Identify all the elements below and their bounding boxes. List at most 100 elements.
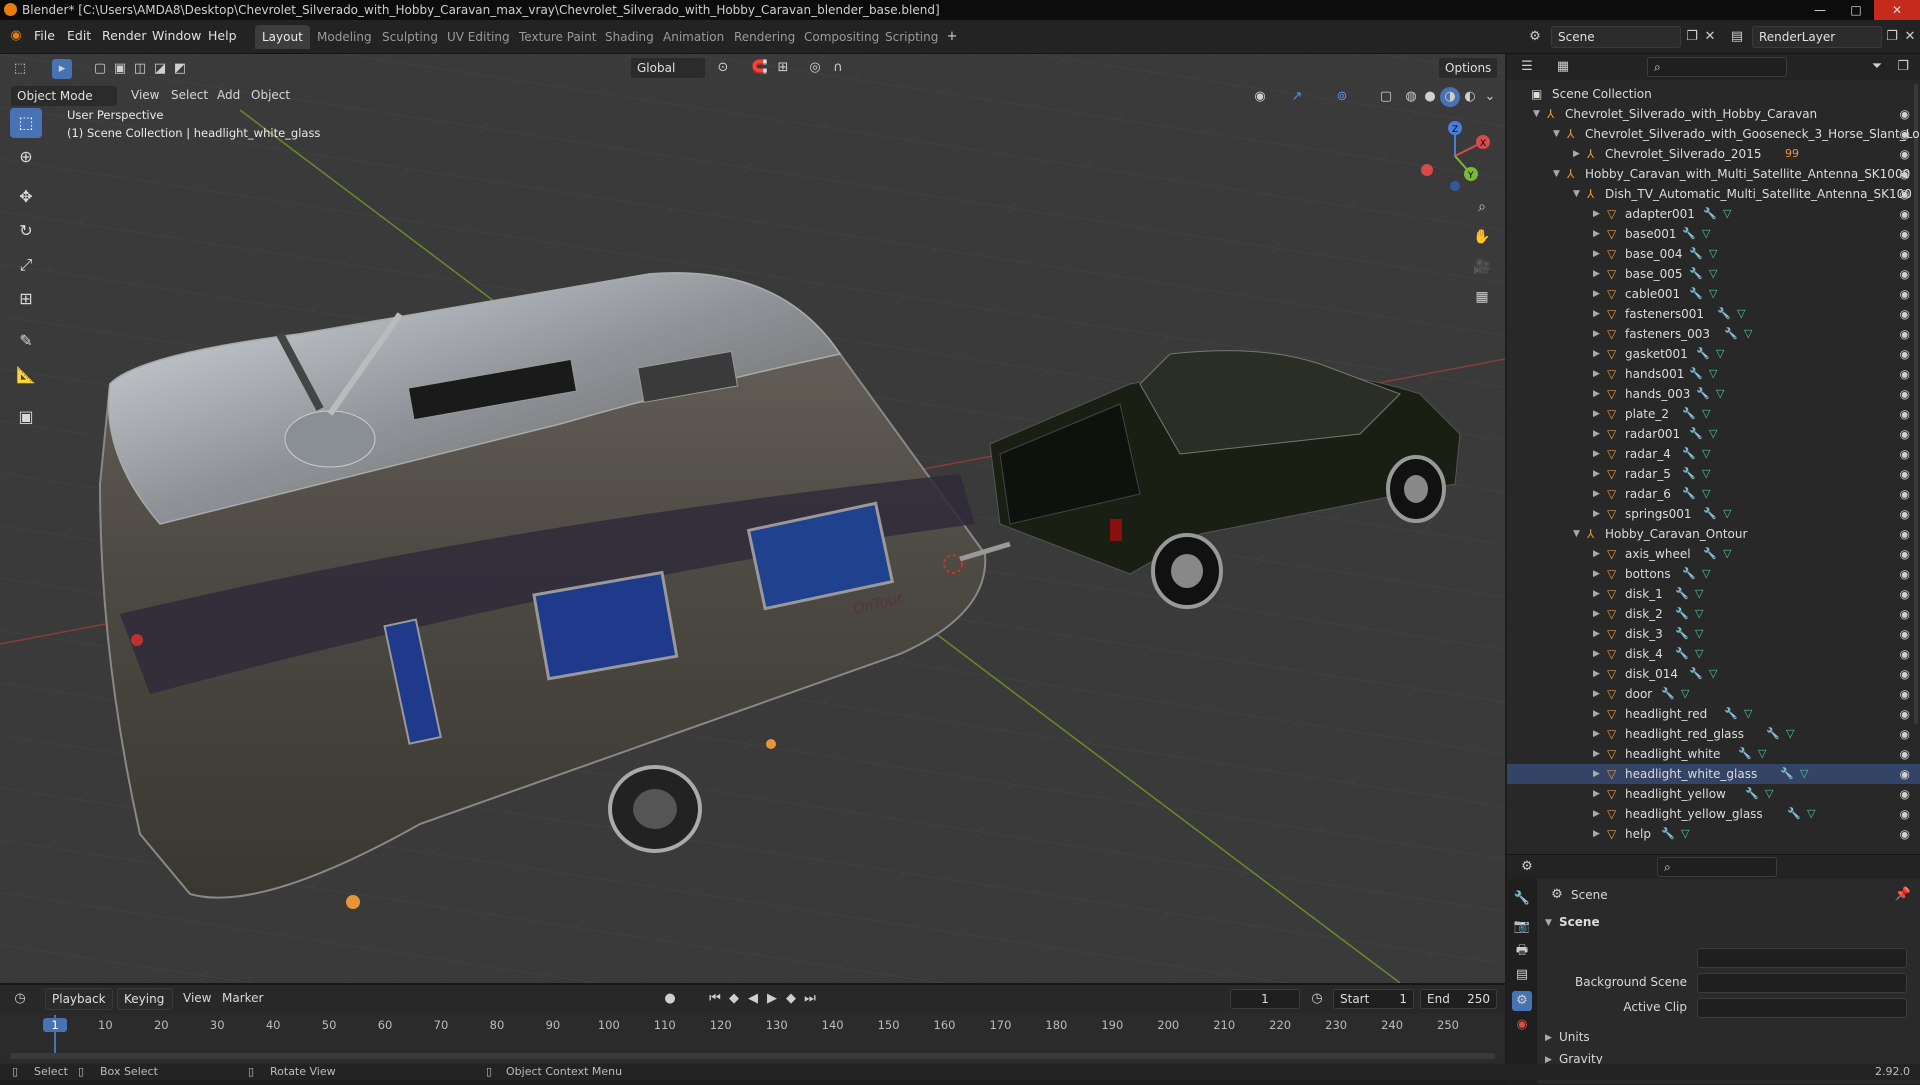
mesh-data-icon[interactable]: ▽ — [1744, 704, 1752, 724]
visibility-eye-icon[interactable]: ◉ — [1900, 284, 1910, 304]
prev-keyframe-icon[interactable]: ◆ — [724, 989, 744, 1009]
mode-dropdown[interactable]: Object Mode — [10, 85, 118, 107]
modifier-icon[interactable]: 🔧 — [1675, 644, 1689, 664]
expand-arrow-icon[interactable]: ▶ — [1593, 444, 1600, 464]
modifier-icon[interactable]: 🔧 — [1682, 564, 1696, 584]
move-tool-icon[interactable]: ✥ — [10, 182, 42, 212]
expand-arrow-icon[interactable]: ▶ — [1593, 344, 1600, 364]
expand-arrow-icon[interactable]: ▶ — [1593, 784, 1600, 804]
delete-scene-icon[interactable]: ✕ — [1700, 27, 1720, 47]
tab-scripting[interactable]: Scripting — [878, 25, 945, 49]
expand-arrow-icon[interactable]: ▶ — [1593, 704, 1600, 724]
outliner-row[interactable]: ▶ ▽ headlight_yellow 🔧 ▽ ◉ — [1507, 784, 1920, 804]
select-extend-icon[interactable]: ▣ — [110, 59, 130, 79]
mesh-data-icon[interactable]: ▽ — [1709, 264, 1717, 284]
visibility-eye-icon[interactable]: ◉ — [1900, 504, 1910, 524]
menu-file[interactable]: File — [34, 28, 55, 43]
new-collection-icon[interactable]: ❐ — [1893, 57, 1913, 77]
outliner-row[interactable]: ▶ ▽ axis_wheel 🔧 ▽ ◉ — [1507, 544, 1920, 564]
modifier-icon[interactable]: 🔧 — [1766, 724, 1780, 744]
modifier-icon[interactable]: 🔧 — [1682, 224, 1696, 244]
mesh-data-icon[interactable]: ▽ — [1716, 344, 1724, 364]
pivot-point-icon[interactable]: ⊙ — [713, 58, 733, 78]
outliner-row[interactable]: ▶ ▽ headlight_red 🔧 ▽ ◉ — [1507, 704, 1920, 724]
outliner-row[interactable]: ▶ ▽ radar_5 🔧 ▽ ◉ — [1507, 464, 1920, 484]
modifier-icon[interactable]: 🔧 — [1703, 504, 1717, 524]
mesh-data-icon[interactable]: ▽ — [1702, 464, 1710, 484]
gizmo-toggle-icon[interactable]: ↗ — [1287, 87, 1307, 107]
expand-arrow-icon[interactable]: ▶ — [1593, 464, 1600, 484]
tab-uv-editing[interactable]: UV Editing — [440, 25, 517, 49]
mesh-data-icon[interactable]: ▽ — [1709, 244, 1717, 264]
visibility-eye-icon[interactable]: ◉ — [1900, 404, 1910, 424]
view-layer-icon[interactable]: ▤ — [1727, 27, 1747, 47]
viewport-menu-view[interactable]: View — [131, 88, 159, 102]
mesh-data-icon[interactable]: ▽ — [1723, 204, 1731, 224]
visibility-eye-icon[interactable]: ◉ — [1900, 304, 1910, 324]
visibility-eye-icon[interactable]: ◉ — [1900, 344, 1910, 364]
jump-start-icon[interactable]: ⏮ — [705, 989, 725, 1009]
visibility-eye-icon[interactable]: ◉ — [1900, 244, 1910, 264]
playback-menu[interactable]: Playback — [45, 988, 113, 1010]
outliner-row[interactable]: ▶ ⅄ Chevrolet_Silverado_2015 99 ◉ — [1507, 144, 1920, 164]
expand-arrow-icon[interactable]: ▶ — [1593, 324, 1600, 344]
record-keyframe-icon[interactable]: ● — [660, 989, 680, 1009]
mesh-data-icon[interactable]: ▽ — [1695, 584, 1703, 604]
background-scene-field[interactable] — [1697, 973, 1907, 993]
viewport-menu-object[interactable]: Object — [251, 88, 290, 102]
outliner-row[interactable]: ▶ ▽ cable001 🔧 ▽ ◉ — [1507, 284, 1920, 304]
outliner-row[interactable]: ▼ ⅄ Chevrolet_Silverado_with_Gooseneck_3_H… — [1507, 124, 1920, 144]
rendered-shading-icon[interactable]: ◐ — [1460, 87, 1480, 107]
expand-arrow-icon[interactable]: ▶ — [1593, 684, 1600, 704]
modifier-icon[interactable]: 🔧 — [1703, 544, 1717, 564]
visibility-eye-icon[interactable]: ◉ — [1900, 804, 1910, 824]
tab-modeling[interactable]: Modeling — [310, 25, 379, 49]
close-button[interactable]: ✕ — [1874, 0, 1920, 20]
mesh-data-icon[interactable]: ▽ — [1702, 444, 1710, 464]
modifier-icon[interactable]: 🔧 — [1682, 484, 1696, 504]
collapse-arrow-icon[interactable]: ▼ — [1553, 124, 1560, 144]
modifier-icon[interactable]: 🔧 — [1689, 264, 1703, 284]
mesh-data-icon[interactable]: ▽ — [1737, 304, 1745, 324]
outliner-editor-icon[interactable]: ☰ — [1517, 57, 1537, 77]
modifier-icon[interactable]: 🔧 — [1661, 684, 1675, 704]
expand-arrow-icon[interactable]: ▶ — [1593, 504, 1600, 524]
cursor-tool-icon[interactable]: ⊕ — [10, 142, 42, 172]
solid-shading-icon[interactable]: ● — [1420, 87, 1440, 107]
expand-arrow-icon[interactable]: ▶ — [1593, 564, 1600, 584]
play-icon[interactable]: ▶ — [762, 989, 782, 1009]
visibility-eye-icon[interactable]: ◉ — [1900, 764, 1910, 784]
modifier-icon[interactable]: 🔧 — [1689, 244, 1703, 264]
expand-arrow-icon[interactable]: ▶ — [1593, 304, 1600, 324]
mesh-data-icon[interactable]: ▽ — [1800, 764, 1808, 784]
modifier-icon[interactable]: 🔧 — [1696, 384, 1710, 404]
outliner-row[interactable]: ▶ ▽ bottons 🔧 ▽ ◉ — [1507, 564, 1920, 584]
panel-collapse-icon[interactable]: ▼ — [1545, 918, 1552, 928]
expand-arrow-icon[interactable]: ▶ — [1593, 204, 1600, 224]
visibility-eye-icon[interactable]: ◉ — [1900, 464, 1910, 484]
visibility-eye-icon[interactable]: ◉ — [1900, 164, 1910, 184]
filter-icon[interactable]: ⏷ — [1867, 57, 1887, 77]
outliner-row[interactable]: ▶ ▽ fasteners_003 🔧 ▽ ◉ — [1507, 324, 1920, 344]
expand-arrow-icon[interactable]: ▶ — [1593, 284, 1600, 304]
tab-layout[interactable]: Layout — [255, 25, 310, 49]
proportional-edit-icon[interactable]: ◎ — [805, 58, 825, 78]
select-mode-icon[interactable]: ▸ — [52, 59, 72, 79]
keying-menu[interactable]: Keying — [117, 988, 173, 1010]
visibility-eye-icon[interactable]: ◉ — [1900, 664, 1910, 684]
scene-selector[interactable]: Scene — [1551, 26, 1681, 48]
visibility-eye-icon[interactable]: ◉ — [1900, 484, 1910, 504]
visibility-eye-icon[interactable]: ◉ — [1900, 144, 1910, 164]
modifier-icon[interactable]: 🔧 — [1682, 464, 1696, 484]
ortho-grid-icon[interactable]: ▦ — [1469, 284, 1495, 310]
visibility-eye-icon[interactable]: ◉ — [1900, 644, 1910, 664]
snap-target-icon[interactable]: ⊞ — [773, 58, 793, 78]
modifier-icon[interactable]: 🔧 — [1738, 744, 1752, 764]
maximize-button[interactable]: □ — [1838, 0, 1874, 20]
properties-editor-icon[interactable]: ⚙ — [1517, 857, 1537, 877]
viewport-menu-add[interactable]: Add — [217, 88, 240, 102]
outliner-row[interactable]: ▶ ▽ headlight_red_glass 🔧 ▽ ◉ — [1507, 724, 1920, 744]
collapse-arrow-icon[interactable]: ▼ — [1573, 184, 1580, 204]
visibility-eye-icon[interactable]: ◉ — [1900, 724, 1910, 744]
visibility-eye-icon[interactable]: ◉ — [1900, 684, 1910, 704]
